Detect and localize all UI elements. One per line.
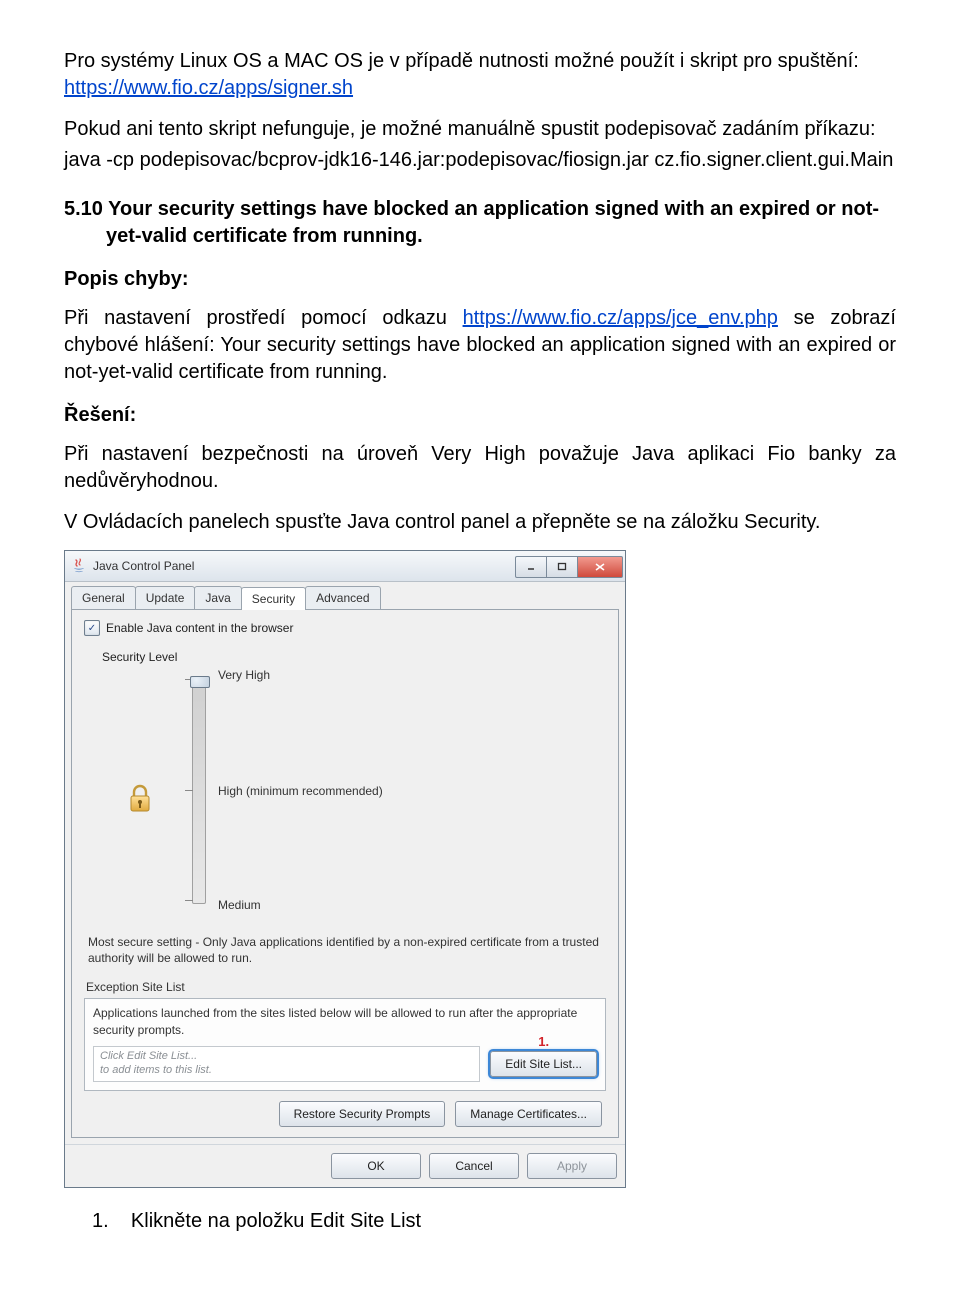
step-list-item-1: 1. Klikněte na položku Edit Site List — [92, 1210, 896, 1233]
exception-site-list-label: Exception Site List — [86, 980, 606, 994]
jce-env-link[interactable]: https://www.fio.cz/apps/jce_env.php — [463, 307, 778, 329]
window-titlebar: Java Control Panel — [65, 551, 625, 582]
dialog-footer: OK Cancel Apply — [65, 1144, 625, 1187]
reseni-label: Řešení: — [64, 404, 896, 427]
window-title: Java Control Panel — [93, 559, 515, 573]
reseni-paragraph-2: V Ovládacích panelech spusťte Java contr… — [64, 509, 896, 536]
level-high: High (minimum recommended) — [218, 784, 383, 798]
security-buttons-row: Restore Security Prompts Manage Certific… — [88, 1101, 602, 1127]
esl-placeholder-line-2: to add items to this list. — [100, 1064, 473, 1078]
tab-security[interactable]: Security — [241, 587, 306, 610]
minimize-button[interactable] — [515, 556, 547, 578]
security-level-section: Security Level — [106, 650, 606, 910]
popis-paragraph: Při nastavení prostředí pomocí odkazu ht… — [64, 305, 896, 386]
tab-bar: General Update Java Security Advanced — [65, 582, 625, 609]
reseni-paragraph-1: Při nastavení bezpečnosti na úroveň Very… — [64, 441, 896, 495]
section-heading: 5.10 Your security settings have blocked… — [64, 196, 896, 250]
tab-general[interactable]: General — [71, 586, 136, 609]
step-1-callout: 1. — [538, 1034, 549, 1049]
popis-text-a: Při nastavení prostředí pomocí odkazu — [64, 307, 463, 329]
tab-update[interactable]: Update — [135, 586, 196, 609]
slider-labels: Very High High (minimum recommended) Med… — [218, 670, 418, 910]
exception-site-list-box: Applications launched from the sites lis… — [84, 998, 606, 1090]
enable-java-checkbox[interactable]: ✓ — [84, 620, 100, 636]
intro-paragraph-1: Pro systémy Linux OS a MAC OS je v přípa… — [64, 48, 896, 102]
security-panel: ✓ Enable Java content in the browser Sec… — [71, 609, 619, 1138]
security-level-label: Security Level — [102, 650, 606, 664]
cancel-button[interactable]: Cancel — [429, 1153, 519, 1179]
security-level-slider[interactable]: Very High High (minimum recommended) Med… — [162, 670, 418, 910]
enable-java-row: ✓ Enable Java content in the browser — [84, 620, 606, 636]
exception-site-list-desc: Applications launched from the sites lis… — [93, 1005, 597, 1037]
security-description: Most secure setting - Only Java applicat… — [88, 934, 602, 966]
intro-text-2: Pokud ani tento skript nefunguje, je mož… — [64, 118, 876, 140]
section-number: 5.10 — [64, 198, 103, 220]
apply-button[interactable]: Apply — [527, 1153, 617, 1179]
edit-site-list-button-label: Edit Site List... — [505, 1057, 582, 1071]
tab-java[interactable]: Java — [194, 586, 241, 609]
popis-chyby-label: Popis chyby: — [64, 268, 896, 291]
window-buttons — [515, 556, 623, 576]
ok-button[interactable]: OK — [331, 1153, 421, 1179]
java-command: java -cp podepisovac/bcprov-jdk16-146.ja… — [64, 147, 896, 174]
close-button[interactable] — [578, 556, 623, 578]
slider-thumb[interactable] — [190, 676, 210, 688]
enable-java-label: Enable Java content in the browser — [106, 621, 293, 635]
restore-security-prompts-button[interactable]: Restore Security Prompts — [279, 1101, 446, 1127]
edit-site-list-button[interactable]: 1. Edit Site List... — [490, 1051, 597, 1077]
step-1-text: Klikněte na položku Edit Site List — [131, 1210, 421, 1232]
level-medium: Medium — [218, 898, 261, 912]
step-1-number: 1. — [92, 1210, 109, 1232]
esl-placeholder-line-1: Click Edit Site List... — [100, 1050, 473, 1064]
signer-sh-link[interactable]: https://www.fio.cz/apps/signer.sh — [64, 77, 353, 99]
section-title: Your security settings have blocked an a… — [106, 198, 879, 247]
exception-site-list-field[interactable]: Click Edit Site List... to add items to … — [93, 1046, 480, 1082]
intro-paragraph-2: Pokud ani tento skript nefunguje, je mož… — [64, 116, 896, 143]
lock-icon — [126, 782, 154, 816]
tab-advanced[interactable]: Advanced — [305, 586, 380, 609]
maximize-button[interactable] — [547, 556, 578, 578]
java-control-panel-window: Java Control Panel General Update Java S… — [64, 550, 626, 1188]
manage-certificates-button[interactable]: Manage Certificates... — [455, 1101, 602, 1127]
java-icon — [71, 558, 87, 574]
level-very-high: Very High — [218, 668, 270, 682]
intro-text-1: Pro systémy Linux OS a MAC OS je v přípa… — [64, 50, 859, 72]
